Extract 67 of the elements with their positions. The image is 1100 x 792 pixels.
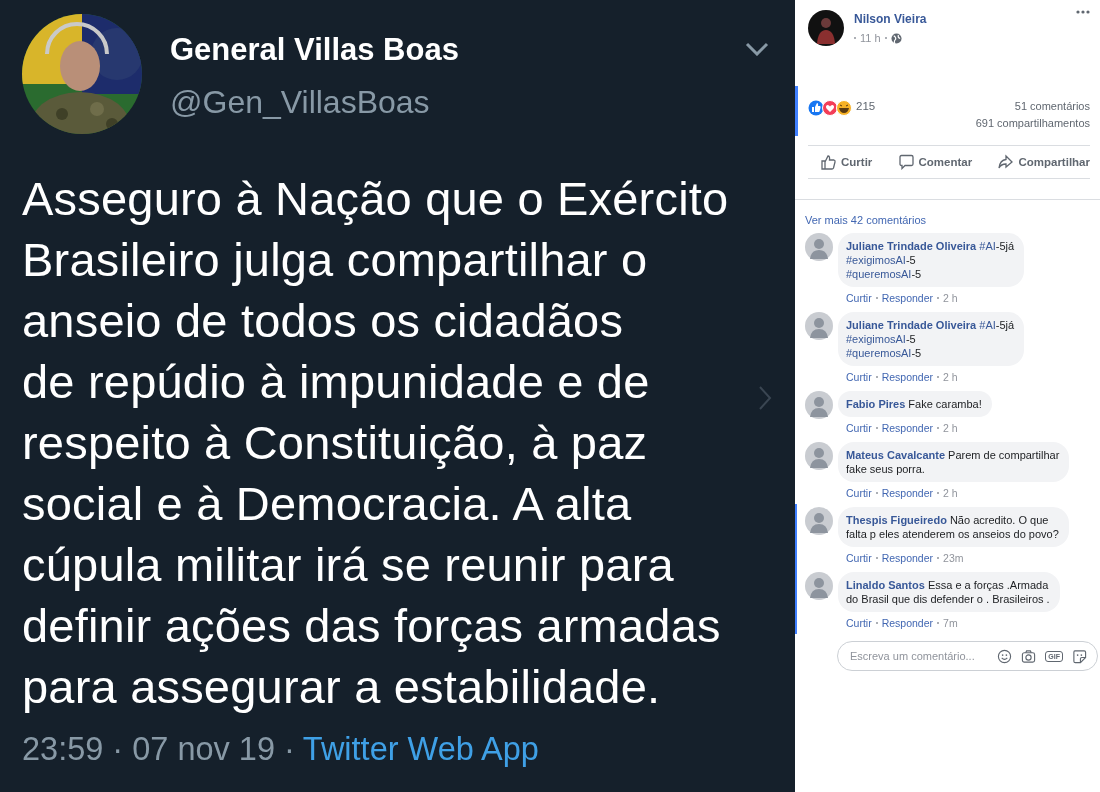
- comment-time: 2 h: [943, 422, 958, 434]
- hashtag-link[interactable]: #queremosAI: [846, 347, 912, 359]
- source-link[interactable]: Twitter Web App: [302, 731, 539, 767]
- comment-text: Juliane Trindade Oliveira #AI-5já #exigimosAI-5 #queremosAI-5: [846, 239, 1015, 281]
- avatar: [808, 10, 844, 46]
- comments-count[interactable]: 51 comentários: [1014, 100, 1090, 112]
- reply-link[interactable]: Responder: [881, 487, 934, 499]
- reply-link[interactable]: Responder: [881, 552, 934, 564]
- reply-link[interactable]: Responder: [881, 292, 934, 304]
- comment-time: 2 h: [943, 371, 958, 383]
- share-icon: [997, 154, 1015, 170]
- like-link[interactable]: Curtir: [846, 487, 872, 499]
- like-button[interactable]: Curtir: [808, 152, 873, 172]
- avatar: [805, 572, 833, 600]
- shares-count[interactable]: 691 compartilhamentos: [975, 117, 1090, 129]
- tweet-author: General Villas Boas: [170, 32, 460, 68]
- avatar: [805, 442, 833, 470]
- comment-text: Mateus Cavalcante Parem de compartilhar fake seus porra.: [846, 448, 1060, 476]
- comment-text: Fabio Pires Fake caramba!: [846, 397, 982, 411]
- share-button[interactable]: Compartilhar: [985, 152, 1090, 172]
- reply-link[interactable]: Responder: [881, 422, 934, 434]
- author-link[interactable]: Nilson Vieira: [854, 12, 1076, 26]
- reaction-icons[interactable]: [808, 100, 854, 116]
- commenter-link[interactable]: Mateus Cavalcante: [846, 449, 946, 461]
- hashtag-link[interactable]: #AI: [979, 240, 996, 252]
- like-link[interactable]: Curtir: [846, 617, 872, 629]
- commenter-link[interactable]: Fabio Pires: [846, 398, 906, 410]
- globe-icon: [890, 32, 902, 44]
- tweet-handle: @Gen_VillasBoas: [170, 84, 431, 121]
- hashtag-link[interactable]: #exigimosAI: [846, 254, 906, 266]
- comment-text: Thespis Figueiredo Não acredito. O que falta p eles atenderem os anseios do povo?: [846, 513, 1059, 541]
- more-comments-link[interactable]: Ver mais 42 comentários: [805, 214, 1100, 226]
- comment-time: 2 h: [943, 292, 958, 304]
- comment-text: Juliane Trindade Oliveira #AI-5já #exigimosAI-5 #queremosAI-5: [846, 318, 1015, 360]
- comment-time: 23m: [943, 552, 964, 564]
- comment-text: Linaldo Santos Essa e a forças .Armada do Brasil que dis defender o . Brasileiros .: [846, 578, 1050, 606]
- like-link[interactable]: Curtir: [846, 422, 872, 434]
- avatar: [805, 391, 833, 419]
- reaction-count[interactable]: 215: [856, 100, 876, 112]
- post-time: 11 h: [860, 32, 881, 44]
- hashtag-link[interactable]: #AI: [979, 319, 996, 331]
- comment-icon: [897, 154, 915, 170]
- tweet-timestamp: 23:59 · 07 nov 19 ·: [22, 731, 295, 767]
- comment-button[interactable]: Comentar: [885, 152, 973, 172]
- avatar: [805, 312, 833, 340]
- commenter-link[interactable]: Juliane Trindade Oliveira: [846, 240, 977, 252]
- like-link[interactable]: Curtir: [846, 371, 872, 383]
- like-link[interactable]: Curtir: [846, 292, 872, 304]
- tweet-text: Asseguro à Nação que o Exército Brasileiro julga compartilhar o anseio de todos os cidadãos de repúdio à impunidade e de respeito à Constituição, à paz social e à Democracia. A alta cúpula militar irá se reunir para definir ações das forças armadas para assegurar a estabilidade.: [22, 171, 729, 715]
- smiley-icon[interactable]: [997, 648, 1013, 664]
- commenter-link[interactable]: Linaldo Santos: [846, 579, 925, 591]
- camera-icon[interactable]: [1021, 648, 1037, 664]
- avatar: [805, 507, 833, 535]
- comment-time: 2 h: [943, 487, 958, 499]
- commenter-link[interactable]: Juliane Trindade Oliveira: [846, 319, 977, 331]
- hashtag-link[interactable]: #queremosAI: [846, 268, 912, 280]
- avatar: [805, 233, 833, 261]
- reply-link[interactable]: Responder: [881, 371, 934, 383]
- like-icon: [820, 154, 837, 170]
- chevron-down-icon[interactable]: [745, 42, 769, 56]
- more-icon[interactable]: [1076, 10, 1090, 14]
- reply-link[interactable]: Responder: [881, 617, 934, 629]
- comment-time: 7m: [943, 617, 958, 629]
- commenter-link[interactable]: Thespis Figueiredo: [846, 514, 947, 526]
- like-link[interactable]: Curtir: [846, 552, 872, 564]
- sticker-icon[interactable]: [1072, 648, 1087, 664]
- hashtag-link[interactable]: #exigimosAI: [846, 333, 906, 345]
